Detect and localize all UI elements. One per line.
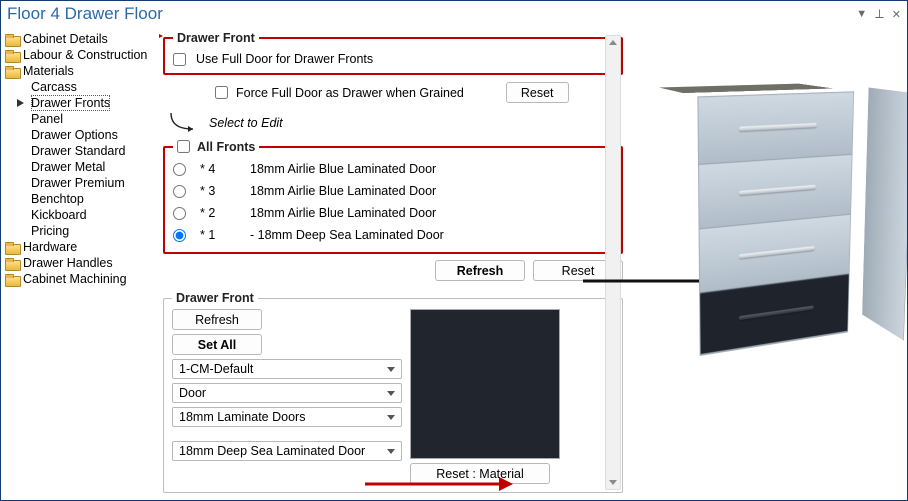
- front-radio-2[interactable]: [173, 207, 186, 220]
- cabinet-side: [862, 87, 907, 340]
- reset-button[interactable]: Reset: [506, 82, 569, 103]
- sidebar-label: Hardware: [23, 240, 77, 254]
- sidebar-item-drawer-handles[interactable]: Drawer Handles: [5, 255, 155, 271]
- sidebar-item-carcass[interactable]: Carcass: [31, 79, 155, 95]
- main-panel: Drawer Front Use Full Door for Drawer Fr…: [159, 27, 907, 500]
- window-title: Floor 4 Drawer Floor: [7, 4, 163, 24]
- titlebar: Floor 4 Drawer Floor ▼ ⟂ ✕: [1, 1, 907, 27]
- arrow-right-icon: [17, 99, 27, 107]
- sidebar-item-cabinet-details[interactable]: Cabinet Details: [5, 31, 155, 47]
- dropdown-icon[interactable]: ▼: [856, 8, 867, 20]
- legend: All Fronts: [173, 140, 259, 154]
- force-full-door-row: Force Full Door as Drawer when Grained R…: [163, 79, 623, 106]
- force-full-door-label: Force Full Door as Drawer when Grained: [236, 86, 464, 100]
- front-radio-4[interactable]: [173, 163, 186, 176]
- dd-range[interactable]: 18mm Laminate Doors: [172, 407, 402, 427]
- window-controls: ▼ ⟂ ✕: [856, 6, 901, 22]
- sidebar-item-cabinet-machining[interactable]: Cabinet Machining: [5, 271, 155, 287]
- drawer-4: [698, 92, 853, 164]
- folder-icon: [5, 66, 19, 77]
- legend: Drawer Front: [173, 31, 259, 45]
- app-window: Floor 4 Drawer Floor ▼ ⟂ ✕ Cabinet Detai…: [0, 0, 908, 501]
- sidebar-item-drawer-premium[interactable]: Drawer Premium: [31, 175, 155, 191]
- front-row-2[interactable]: * 2 18mm Airlie Blue Laminated Door: [173, 202, 613, 224]
- sidebar-label: Materials: [23, 64, 74, 78]
- front-row-4[interactable]: * 4 18mm Airlie Blue Laminated Door: [173, 158, 613, 180]
- sidebar-item-drawer-options[interactable]: Drawer Options: [31, 127, 155, 143]
- drawer-front-group: Drawer Front Use Full Door for Drawer Fr…: [163, 31, 623, 75]
- folder-icon: [5, 258, 19, 269]
- front-row-1[interactable]: * 1 - 18mm Deep Sea Laminated Door: [173, 224, 613, 246]
- front-radio-1[interactable]: [173, 229, 186, 242]
- sidebar-item-labour[interactable]: Labour & Construction: [5, 47, 155, 63]
- drawer-front-detail-group: Drawer Front Refresh Set All 1-CM-Defaul…: [163, 291, 623, 493]
- cabinet-front: [697, 91, 854, 356]
- front-row-3[interactable]: * 3 18mm Airlie Blue Laminated Door: [173, 180, 613, 202]
- sidebar-label: Cabinet Machining: [23, 272, 127, 286]
- sidebar: Cabinet Details Labour & Construction Ma…: [1, 27, 159, 500]
- cabinet-3d[interactable]: [683, 89, 834, 342]
- sidebar-item-drawer-metal[interactable]: Drawer Metal: [31, 159, 155, 175]
- sidebar-item-pricing[interactable]: Pricing: [31, 223, 155, 239]
- material-swatch: [410, 309, 560, 459]
- pin-icon[interactable]: ⟂: [875, 6, 884, 22]
- folder-icon: [5, 274, 19, 285]
- reset-material-button[interactable]: Reset : Material: [410, 463, 550, 484]
- refresh-button[interactable]: Refresh: [435, 260, 525, 281]
- legend: Drawer Front: [172, 291, 258, 305]
- refresh-button-3[interactable]: Refresh: [172, 309, 262, 330]
- sidebar-item-hardware[interactable]: Hardware: [5, 239, 155, 255]
- curve-arrow-icon: [167, 113, 197, 133]
- use-full-door-label: Use Full Door for Drawer Fronts: [196, 52, 373, 66]
- sidebar-item-drawer-standard[interactable]: Drawer Standard: [31, 143, 155, 159]
- select-to-edit-label: Select to Edit: [209, 116, 283, 130]
- folder-icon: [5, 242, 19, 253]
- use-full-door-checkbox[interactable]: [173, 53, 186, 66]
- sidebar-label: Cabinet Details: [23, 32, 108, 46]
- force-full-door-checkbox[interactable]: [215, 86, 228, 99]
- sidebar-item-drawer-fronts[interactable]: Drawer Fronts: [17, 95, 155, 111]
- front-radio-3[interactable]: [173, 185, 186, 198]
- set-all-button[interactable]: Set All: [172, 334, 262, 355]
- folder-icon: [5, 34, 19, 45]
- close-icon[interactable]: ✕: [892, 8, 901, 21]
- sidebar-label: Labour & Construction: [23, 48, 147, 62]
- scrollbar[interactable]: [605, 35, 621, 490]
- sidebar-item-kickboard[interactable]: Kickboard: [31, 207, 155, 223]
- all-fronts-checkbox[interactable]: [177, 140, 190, 153]
- sidebar-item-materials[interactable]: Materials: [5, 63, 155, 79]
- all-fronts-group: All Fronts * 4 18mm Airlie Blue Laminate…: [163, 140, 623, 254]
- cabinet-top: [659, 84, 834, 93]
- dd-material[interactable]: 18mm Deep Sea Laminated Door: [172, 441, 402, 461]
- folder-icon: [5, 50, 19, 61]
- sidebar-item-benchtop[interactable]: Benchtop: [31, 191, 155, 207]
- preview-panel: [631, 31, 899, 496]
- dd-model[interactable]: 1-CM-Default: [172, 359, 402, 379]
- sidebar-item-panel[interactable]: Panel: [31, 111, 155, 127]
- sidebar-label: Drawer Handles: [23, 256, 113, 270]
- dd-type[interactable]: Door: [172, 383, 402, 403]
